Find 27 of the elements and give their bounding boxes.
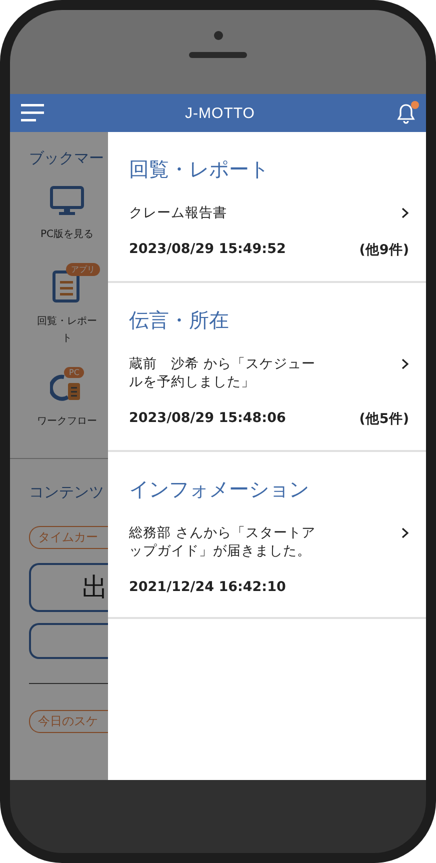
timestamp: 2023/08/29 15:48:06 — [129, 410, 286, 428]
app-badge: PC — [64, 367, 84, 378]
message-link[interactable]: 総務部 さんから「スタートアップガイド」が届きました。 — [129, 524, 317, 560]
monitor-icon — [50, 186, 84, 216]
section-heading: コンテンツ — [29, 483, 105, 502]
message-link[interactable]: クレーム報告書 — [129, 204, 317, 222]
speaker-slot — [189, 52, 247, 58]
app-title: J-MOTTO — [185, 104, 255, 122]
timestamp: 2021/12/24 16:42:10 — [129, 579, 286, 595]
bookmark-label[interactable]: 回覧・レポート — [36, 313, 98, 347]
chevron-right-icon[interactable] — [401, 207, 409, 219]
bookmark-label[interactable]: ワークフロー — [36, 413, 98, 430]
bell-icon[interactable] — [394, 102, 417, 124]
menu-icon[interactable] — [21, 103, 45, 123]
bookmark-label[interactable]: PC版を見る — [36, 226, 98, 243]
chevron-right-icon[interactable] — [401, 527, 409, 539]
camera-lens — [214, 31, 222, 40]
more-count: (他9件) — [359, 241, 409, 259]
section-heading: ブックマー — [29, 149, 105, 168]
section-title: 回覧・レポート — [129, 156, 270, 183]
message-link[interactable]: 蔵前 沙希 から「スケジュールを予約しました」 — [129, 355, 317, 391]
section-title: インフォメーション — [129, 476, 310, 503]
timestamp: 2023/08/29 15:49:52 — [129, 241, 286, 259]
app-badge: アプリ — [66, 263, 100, 276]
more-count: (他5件) — [359, 410, 409, 428]
section-title: 伝言・所在 — [129, 307, 230, 334]
chevron-right-icon[interactable] — [401, 358, 409, 370]
